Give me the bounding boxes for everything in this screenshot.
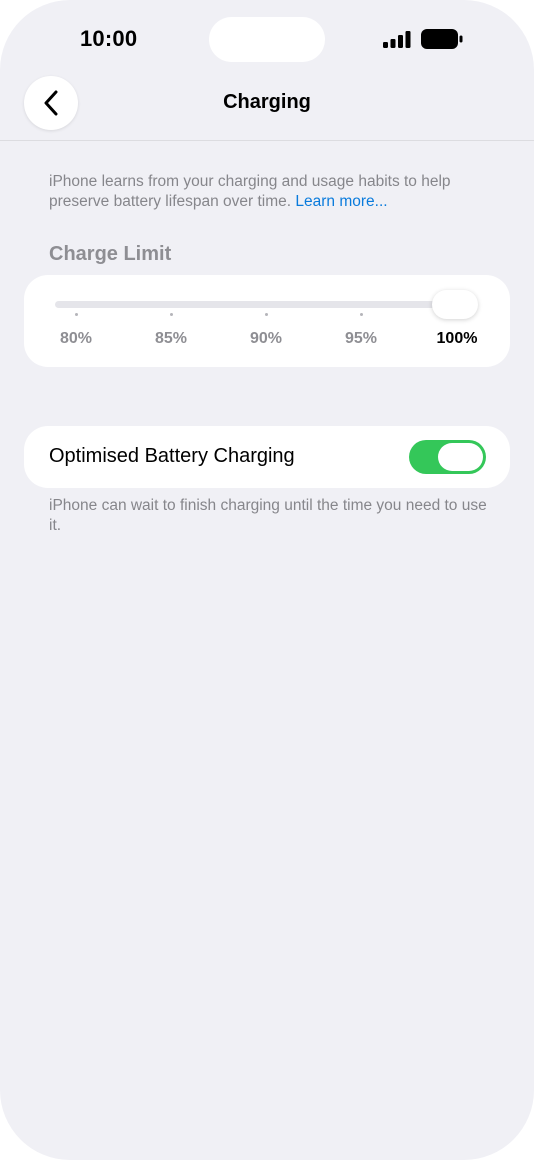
phone-screen: 10:00 Charging iPhone learns from your c… — [0, 0, 534, 1160]
page-title: Charging — [223, 91, 311, 113]
optimised-charging-footer: iPhone can wait to finish charging until… — [49, 497, 487, 534]
navigation-bar: Charging — [0, 76, 534, 141]
intro-text: iPhone learns from your charging and usa… — [49, 173, 451, 210]
tick-label-90[interactable]: 90% — [236, 330, 296, 348]
battery-icon — [421, 29, 463, 49]
status-bar: 10:00 — [0, 0, 534, 76]
charge-limit-slider-track[interactable] — [55, 301, 475, 308]
tick-label-85[interactable]: 85% — [141, 330, 201, 348]
intro-description: iPhone learns from your charging and usa… — [49, 172, 499, 212]
cellular-signal-icon — [383, 31, 411, 48]
optimised-charging-toggle[interactable] — [409, 440, 486, 474]
tick-mark-95 — [360, 313, 363, 316]
tick-mark-90 — [265, 313, 268, 316]
toggle-knob — [438, 443, 483, 471]
charge-limit-card: 80% 85% 90% 95% 100% — [24, 275, 510, 367]
dynamic-island — [209, 17, 325, 62]
charge-limit-heading: Charge Limit — [49, 243, 172, 265]
optimised-charging-row: Optimised Battery Charging — [24, 426, 510, 488]
optimised-charging-label: Optimised Battery Charging — [49, 445, 295, 467]
tick-label-100[interactable]: 100% — [427, 330, 487, 348]
tick-label-95[interactable]: 95% — [331, 330, 391, 348]
tick-mark-85 — [170, 313, 173, 316]
charge-limit-slider-thumb[interactable] — [432, 290, 478, 319]
tick-label-80[interactable]: 80% — [46, 330, 106, 348]
tick-mark-80 — [75, 313, 78, 316]
learn-more-link[interactable]: Learn more... — [295, 193, 387, 210]
status-time: 10:00 — [80, 26, 138, 51]
